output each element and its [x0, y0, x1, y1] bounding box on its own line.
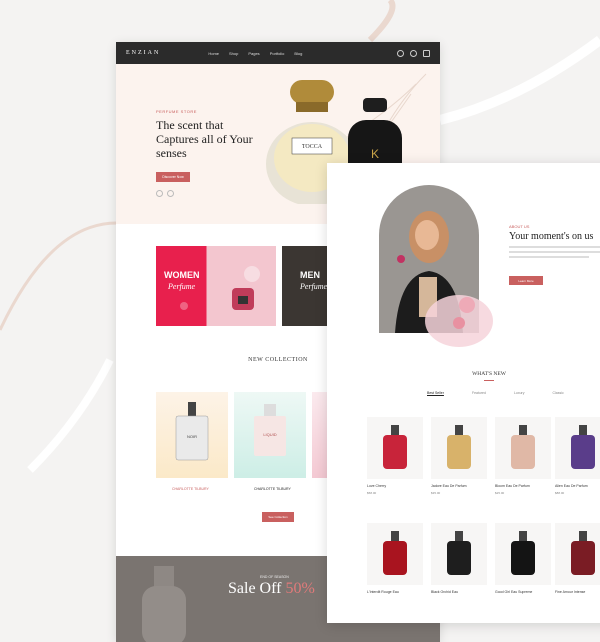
product-name[interactable]: Good Girl Eau Supreme — [495, 590, 532, 594]
product-card[interactable] — [555, 417, 600, 479]
product-card[interactable] — [367, 417, 423, 479]
see-collection-button[interactable]: See Collection — [262, 512, 294, 522]
perfume-image — [571, 531, 595, 575]
product-price: $88.00 — [555, 491, 565, 495]
perfume-image: NOIR — [175, 402, 209, 461]
user-icon[interactable] — [410, 49, 417, 57]
search-icon[interactable] — [397, 49, 404, 57]
sale-text: Sale Off — [228, 580, 282, 597]
product-price: $25.00 — [495, 491, 505, 495]
perfume-image — [511, 531, 535, 575]
product-name[interactable]: L'Interdit Rouge Eau — [367, 590, 399, 594]
site-logo[interactable]: ENZIAN — [126, 50, 160, 56]
tab-classic[interactable]: Classic — [552, 391, 563, 395]
top-navbar: ENZIAN Home Shop Pages Portfolio Blog — [116, 42, 440, 64]
hero-tag: PERFUME STORE — [156, 109, 197, 114]
product-card[interactable] — [555, 523, 600, 585]
text-line — [509, 251, 600, 253]
perfume-image — [383, 425, 407, 469]
product-price: $58.00 — [367, 491, 377, 495]
about-page-preview: ABOUT US Your moment's on us Learn More … — [327, 163, 600, 623]
product-name[interactable]: Jadore Eau De Parfum — [431, 484, 467, 488]
nav-portfolio[interactable]: Portfolio — [270, 51, 285, 56]
nav-home[interactable]: Home — [208, 51, 219, 56]
next-slide-icon[interactable] — [167, 190, 174, 197]
title-underline — [484, 380, 494, 381]
perfume-image — [447, 425, 471, 469]
product-card[interactable] — [367, 523, 423, 585]
perfume-image — [383, 531, 407, 575]
hero-title: The scent that Captures all of Your sens… — [156, 118, 253, 160]
category-subtitle: Perfume — [168, 282, 196, 291]
pink-perfume-image — [232, 266, 260, 310]
text-line — [509, 256, 589, 258]
bottle-label: LIQUID — [263, 432, 276, 437]
product-label[interactable]: CHARLOTTE TILBURY — [172, 487, 209, 491]
nav-shop[interactable]: Shop — [229, 51, 238, 56]
sale-title: Sale Off 50% — [228, 580, 315, 598]
collection-card[interactable]: LIQUID — [234, 392, 306, 478]
product-name[interactable]: Love Cherry — [367, 484, 386, 488]
product-name[interactable]: Bloom Eau De Parfum — [495, 484, 530, 488]
perfume-image: LIQUID — [254, 404, 286, 456]
category-row: WOMEN Perfume MEN Perfume — [156, 246, 342, 326]
cart-icon[interactable] — [423, 49, 430, 57]
perfume-image — [447, 531, 471, 575]
arrow-icon[interactable] — [180, 302, 188, 310]
product-name[interactable]: Black Orchid Eau — [431, 590, 458, 594]
nav-icons — [397, 49, 430, 57]
nav-blog[interactable]: Blog — [294, 51, 302, 56]
product-name[interactable]: Fine Amour Intense — [555, 590, 585, 594]
perfume-image — [511, 425, 535, 469]
bottle-silhouette — [142, 566, 186, 642]
svg-text:K: K — [371, 147, 379, 161]
prev-slide-icon[interactable] — [156, 190, 163, 197]
women-perfume-card[interactable]: WOMEN Perfume — [156, 246, 276, 326]
product-card[interactable] — [431, 417, 487, 479]
product-card[interactable] — [431, 523, 487, 585]
category-title: MEN — [300, 270, 320, 280]
collection-card[interactable]: NOIR — [156, 392, 228, 478]
text-line — [509, 246, 600, 248]
bottle-label: TOCCA — [302, 144, 323, 150]
nav-pages[interactable]: Pages — [248, 51, 259, 56]
product-name[interactable]: Alien Eau De Parfum — [555, 484, 588, 488]
discover-now-button[interactable]: Discover Now — [156, 172, 190, 182]
product-label[interactable]: CHARLOTTE TILBURY — [254, 487, 291, 491]
product-card[interactable] — [495, 523, 551, 585]
model-photo — [379, 185, 479, 333]
tab-luxury[interactable]: Luxury — [514, 391, 525, 395]
category-title: WOMEN — [164, 270, 200, 280]
perfume-image — [571, 425, 595, 469]
product-card[interactable] — [495, 417, 551, 479]
whats-new-title: WHAT'S NEW — [472, 371, 506, 377]
about-title: Your moment's on us — [509, 231, 594, 242]
product-price: $35.00 — [431, 491, 441, 495]
bottle-label: NOIR — [187, 434, 197, 439]
category-subtitle: Perfume — [300, 282, 328, 291]
sale-kicker: END OF SEASON — [260, 575, 289, 579]
slider-arrows — [156, 190, 174, 197]
sale-percent: 50% — [285, 580, 315, 597]
woman-image — [395, 211, 463, 333]
product-tabs: Best Seller Featured Luxury Classic — [427, 391, 564, 395]
collection-row: NOIR LIQUID — [156, 392, 342, 478]
learn-more-button[interactable]: Learn More — [509, 276, 543, 285]
tab-best-seller[interactable]: Best Seller — [427, 391, 444, 395]
nav-menu: Home Shop Pages Portfolio Blog — [208, 51, 302, 56]
tab-featured[interactable]: Featured — [472, 391, 486, 395]
about-tag: ABOUT US — [509, 224, 530, 229]
